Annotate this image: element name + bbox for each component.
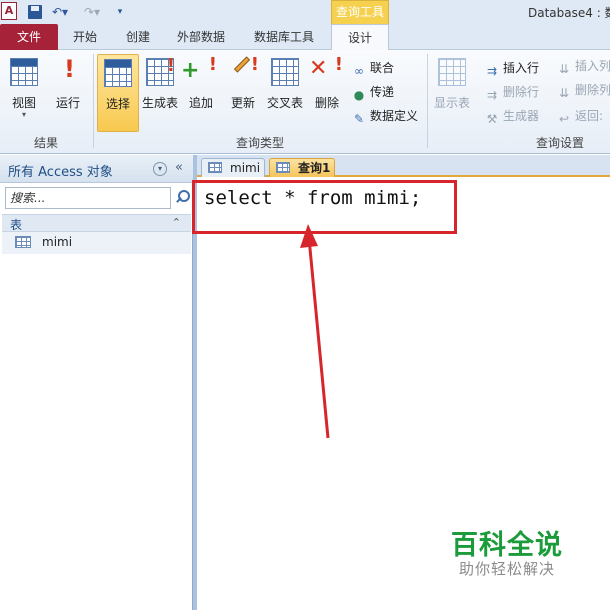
append-button[interactable]: +! 追加 <box>181 54 219 132</box>
save-icon[interactable] <box>28 5 42 19</box>
annotation-highlight-box <box>192 180 457 234</box>
update-label: 更新 <box>230 96 255 110</box>
run-icon: ! <box>64 55 75 83</box>
insert-columns-label: 插入列 <box>575 59 610 73</box>
insert-columns-icon: ⇊ <box>558 62 570 76</box>
crosstab-icon <box>271 58 299 86</box>
return-icon: ↩ <box>558 112 570 126</box>
tab-database-tools[interactable]: 数据库工具 <box>244 24 324 50</box>
insert-columns-button[interactable]: ⇊ 插入列 <box>557 56 610 76</box>
nav-item-label: mimi <box>42 235 73 249</box>
window-title: Database4 : 数 <box>528 6 610 20</box>
tab-external-data[interactable]: 外部数据 <box>168 24 234 50</box>
tab-label: mimi <box>230 161 261 175</box>
tab-create[interactable]: 创建 <box>116 24 160 50</box>
view-button[interactable]: 视图 ▾ <box>4 54 44 132</box>
tab-design[interactable]: 设计 <box>331 24 389 51</box>
append-label: 追加 <box>188 96 213 110</box>
make-table-button[interactable]: ! 生成表 <box>140 54 180 132</box>
nav-group-tables[interactable]: 表 ⌃ <box>2 214 191 232</box>
select-query-button[interactable]: 选择 <box>97 54 139 132</box>
nav-menu-icon[interactable]: ▾ <box>153 162 167 176</box>
tab-home[interactable]: 开始 <box>62 24 108 50</box>
query-icon <box>276 162 290 173</box>
nav-group-label: 表 <box>10 218 23 232</box>
tab-label: 查询1 <box>298 161 331 175</box>
nav-header: 所有 Access 对象 ▾ « <box>0 155 193 183</box>
query-setup-group-label: 查询设置 <box>535 136 584 150</box>
group-divider <box>427 54 428 148</box>
table-icon <box>208 162 222 173</box>
tab-mimi[interactable]: mimi <box>201 158 265 177</box>
nav-collapse-icon[interactable]: « <box>175 160 183 175</box>
query-type-group-label: 查询类型 <box>235 136 284 150</box>
data-definition-icon: ✎ <box>353 112 365 126</box>
data-definition-label: 数据定义 <box>370 109 419 123</box>
globe-icon: ● <box>353 88 365 102</box>
return-selector[interactable]: ↩ 返回: <box>557 106 603 126</box>
update-button[interactable]: ! 更新 <box>224 54 262 132</box>
collapse-group-icon[interactable]: ⌃ <box>172 216 181 229</box>
watermark-logo: 百科全说 <box>451 530 563 561</box>
union-label: 联合 <box>370 61 395 75</box>
union-icon: ∞ <box>354 64 364 78</box>
ribbon: 视图 ▾ ! 运行 结果 选择 ! 生成表 +! 追加 ! 更新 交叉表 ✕! … <box>0 50 610 154</box>
query-tools-context-label: 查询工具 <box>331 0 389 24</box>
builder-label: 生成器 <box>503 109 540 123</box>
builder-wand-icon: ⚒ <box>486 112 498 126</box>
builder-button[interactable]: ⚒ 生成器 <box>485 106 539 126</box>
delete-rows-button[interactable]: ⇉ 删除行 <box>485 82 539 102</box>
undo-icon[interactable]: ↶▾ <box>50 4 70 20</box>
update-icon: ! <box>229 56 259 86</box>
document-tabs: mimi 查询1 <box>197 155 610 177</box>
insert-rows-label: 插入行 <box>503 61 540 75</box>
return-label: 返回: <box>575 109 604 123</box>
access-logo-icon[interactable]: A <box>1 2 17 20</box>
nav-item-mimi[interactable]: mimi <box>2 232 191 254</box>
watermark-subtitle: 助你轻松解决 <box>459 560 556 578</box>
table-icon <box>15 236 31 248</box>
nav-title[interactable]: 所有 Access 对象 <box>8 161 113 180</box>
insert-rows-icon: ⇉ <box>486 64 498 78</box>
view-dropdown-icon: ▾ <box>21 110 26 119</box>
delete-columns-button[interactable]: ⇊ 删除列 <box>557 80 610 100</box>
delete-query-button[interactable]: ✕! 删除 <box>309 54 344 132</box>
delete-rows-icon: ⇉ <box>486 88 498 102</box>
redo-icon[interactable]: ↷▾ <box>82 4 102 20</box>
view-icon <box>10 58 38 86</box>
insert-rows-button[interactable]: ⇉ 插入行 <box>485 58 539 78</box>
nav-search-input[interactable] <box>5 187 171 209</box>
show-table-button[interactable]: 显示表 <box>430 54 474 132</box>
title-bar: A ↶▾ ↷▾ ▾ 查询工具 Database4 : 数 <box>0 0 610 24</box>
tab-file[interactable]: 文件 <box>0 24 58 50</box>
delete-columns-icon: ⇊ <box>558 86 570 100</box>
data-definition-button[interactable]: ✎ 数据定义 <box>352 106 418 126</box>
select-query-label: 选择 <box>105 97 130 111</box>
delete-rows-label: 删除行 <box>503 85 540 99</box>
show-table-label: 显示表 <box>433 96 470 110</box>
make-table-icon: ! <box>146 57 175 86</box>
union-button[interactable]: ∞ 联合 <box>352 58 394 78</box>
append-icon: +! <box>181 54 217 83</box>
pass-through-label: 传递 <box>370 85 395 99</box>
view-label: 视图 <box>11 96 36 110</box>
crosstab-label: 交叉表 <box>266 96 303 110</box>
ribbon-tabs: 文件 开始 创建 外部数据 数据库工具 设计 <box>0 24 610 51</box>
run-label: 运行 <box>55 96 80 110</box>
customize-quick-access-icon[interactable]: ▾ <box>114 4 126 20</box>
delete-query-label: 删除 <box>314 96 339 110</box>
run-button[interactable]: ! 运行 <box>48 54 88 132</box>
crosstab-button[interactable]: 交叉表 <box>264 54 306 132</box>
pass-through-button[interactable]: ● 传递 <box>352 82 394 102</box>
results-group-label: 结果 <box>33 136 58 150</box>
select-query-icon <box>104 59 132 87</box>
delete-columns-label: 删除列 <box>575 83 610 97</box>
delete-query-icon: ✕! <box>309 54 343 81</box>
tab-query1[interactable]: 查询1 <box>269 158 335 177</box>
navigation-pane: 所有 Access 对象 ▾ « 表 ⌃ mimi <box>0 155 193 610</box>
search-icon[interactable] <box>175 188 190 206</box>
make-table-label: 生成表 <box>141 96 178 110</box>
show-table-icon <box>438 58 466 86</box>
